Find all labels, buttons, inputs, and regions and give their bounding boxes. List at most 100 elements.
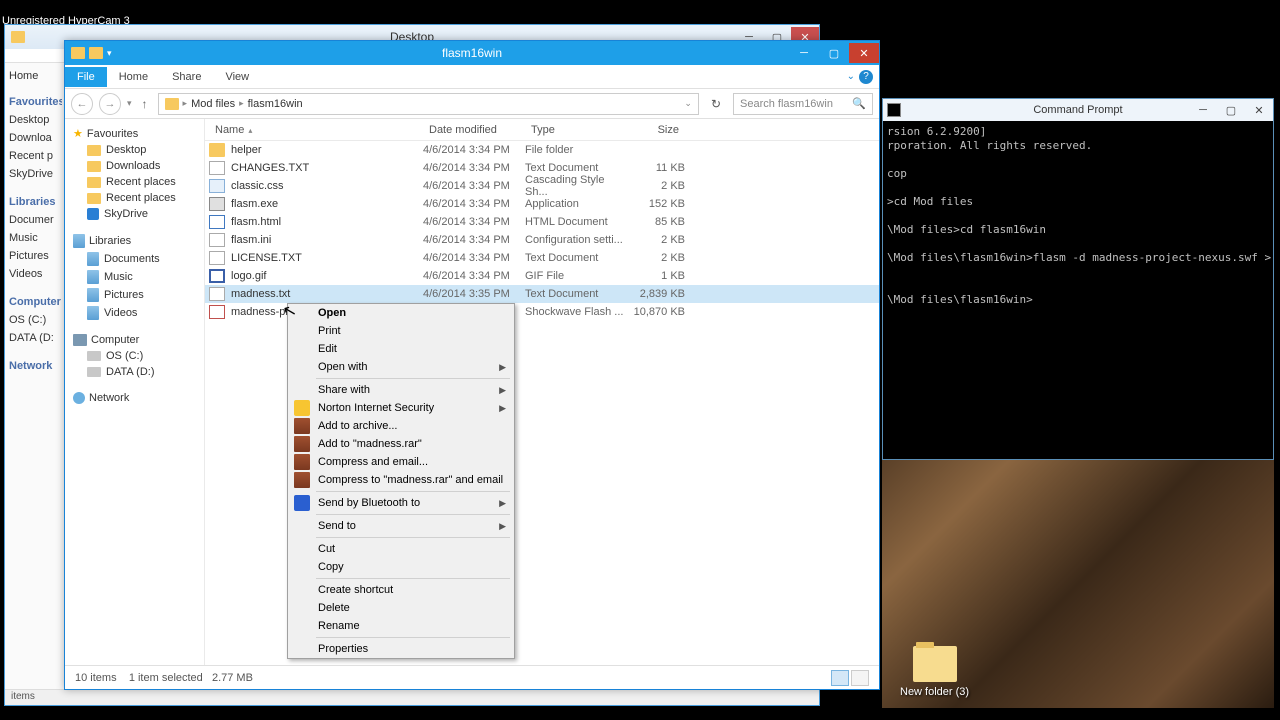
ctx-properties[interactable]: Properties	[288, 640, 514, 658]
up-button[interactable]: ↑	[138, 97, 152, 111]
chevron-right-icon: ▶	[499, 362, 506, 373]
navigation-pane[interactable]: ★Favourites Desktop Downloads Recent pla…	[65, 119, 205, 665]
css-icon	[209, 179, 225, 193]
exe-icon	[209, 197, 225, 211]
nav-skydrive[interactable]: SkyDrive	[65, 206, 204, 222]
network-icon	[73, 392, 85, 404]
nav-os-drive[interactable]: OS (C:)	[65, 348, 204, 364]
nav-videos[interactable]: Videos	[65, 304, 204, 322]
ctx-send-to[interactable]: Send to▶	[288, 517, 514, 535]
nav-recent[interactable]: Recent places	[65, 190, 204, 206]
folder-icon	[209, 143, 225, 157]
nav-downloads[interactable]: Downloads	[65, 158, 204, 174]
ctx-compress-email[interactable]: Compress and email...	[288, 453, 514, 471]
close-button[interactable]: ✕	[1245, 100, 1273, 120]
file-row[interactable]: flasm.exe 4/6/2014 3:34 PM Application 1…	[205, 195, 879, 213]
chevron-right-icon: ▶	[499, 521, 506, 532]
computer-icon	[73, 334, 87, 346]
cmd-icon	[887, 103, 901, 117]
icons-view-button[interactable]	[851, 670, 869, 686]
ctx-shortcut[interactable]: Create shortcut	[288, 581, 514, 599]
ctx-open[interactable]: Open	[288, 304, 514, 322]
ctx-print[interactable]: Print	[288, 322, 514, 340]
chevron-right-icon: ▶	[499, 498, 506, 509]
txt-icon	[209, 287, 225, 301]
ribbon-tabs: File Home Share View ⌄ ?	[65, 65, 879, 89]
expand-ribbon-icon[interactable]: ⌄	[847, 71, 855, 82]
desktop-wallpaper: New folder (3)	[882, 460, 1274, 708]
library-icon	[73, 234, 85, 248]
file-row[interactable]: flasm.html 4/6/2014 3:34 PM HTML Documen…	[205, 213, 879, 231]
swf-icon	[209, 305, 225, 319]
maximize-button[interactable]: ▢	[1217, 100, 1245, 120]
file-row[interactable]: LICENSE.TXT 4/6/2014 3:34 PM Text Docume…	[205, 249, 879, 267]
file-row[interactable]: flasm.ini 4/6/2014 3:34 PM Configuration…	[205, 231, 879, 249]
refresh-button[interactable]: ↻	[705, 97, 727, 111]
ctx-delete[interactable]: Delete	[288, 599, 514, 617]
tab-share[interactable]: Share	[160, 67, 213, 87]
tab-view[interactable]: View	[213, 67, 261, 87]
rar-icon	[294, 472, 310, 488]
back-button[interactable]: ←	[71, 93, 93, 115]
ctx-norton[interactable]: Norton Internet Security▶	[288, 399, 514, 417]
help-icon[interactable]: ?	[859, 70, 873, 84]
nav-desktop[interactable]: Desktop	[65, 142, 204, 158]
ctx-open-with[interactable]: Open with▶	[288, 358, 514, 376]
nav-recent[interactable]: Recent places	[65, 174, 204, 190]
search-input[interactable]: Search flasm16win 🔍	[733, 93, 873, 115]
nav-pictures[interactable]: Pictures	[65, 286, 204, 304]
forward-button[interactable]: →	[99, 93, 121, 115]
ctx-compress-rar-email[interactable]: Compress to "madness.rar" and email	[288, 471, 514, 489]
ctx-bluetooth[interactable]: Send by Bluetooth to▶	[288, 494, 514, 512]
details-view-button[interactable]	[831, 670, 849, 686]
status-bar: items	[5, 689, 819, 705]
chevron-right-icon: ▶	[499, 403, 506, 414]
file-row[interactable]: madness.txt 4/6/2014 3:35 PM Text Docume…	[205, 285, 879, 303]
desktop-folder-new[interactable]: New folder (3)	[900, 646, 969, 698]
titlebar[interactable]: ▾ flasm16win ─ ▢ ✕	[65, 41, 879, 65]
tab-home[interactable]: Home	[107, 67, 160, 87]
txt-icon	[209, 161, 225, 175]
ctx-edit[interactable]: Edit	[288, 340, 514, 358]
file-row[interactable]: logo.gif 4/6/2014 3:34 PM GIF File 1 KB	[205, 267, 879, 285]
search-icon: 🔍	[852, 97, 866, 110]
bluetooth-icon	[294, 495, 310, 511]
sort-indicator-icon: ▴	[244, 126, 252, 135]
chevron-right-icon: ▶	[499, 385, 506, 396]
command-prompt-window: Command Prompt ─ ▢ ✕ rsion 6.2.9200] rpo…	[882, 98, 1274, 460]
file-row[interactable]: helper 4/6/2014 3:34 PM File folder	[205, 141, 879, 159]
folder-icon	[89, 47, 103, 59]
maximize-button[interactable]: ▢	[819, 43, 849, 63]
folder-icon	[11, 31, 25, 43]
terminal-output[interactable]: rsion 6.2.9200] rporation. All rights re…	[883, 121, 1273, 311]
close-button[interactable]: ✕	[849, 43, 879, 63]
window-title: flasm16win	[442, 46, 502, 60]
minimize-button[interactable]: ─	[1189, 100, 1217, 120]
ctx-copy[interactable]: Copy	[288, 558, 514, 576]
nav-music[interactable]: Music	[65, 268, 204, 286]
column-headers[interactable]: Name▴ Date modified Type Size	[205, 119, 879, 141]
ctx-rename[interactable]: Rename	[288, 617, 514, 635]
nav-documents[interactable]: Documents	[65, 250, 204, 268]
folder-icon	[913, 646, 957, 682]
ini-icon	[209, 233, 225, 247]
star-icon: ★	[73, 127, 83, 140]
breadcrumb[interactable]: ▸ Mod files ▸ flasm16win ⌄	[158, 93, 699, 115]
ctx-share-with[interactable]: Share with▶	[288, 381, 514, 399]
rar-icon	[294, 436, 310, 452]
txt-icon	[209, 251, 225, 265]
tab-file[interactable]: File	[65, 67, 107, 87]
ctx-add-archive[interactable]: Add to archive...	[288, 417, 514, 435]
rar-icon	[294, 454, 310, 470]
ctx-cut[interactable]: Cut	[288, 540, 514, 558]
folder-icon	[71, 47, 85, 59]
status-bar: 10 items 1 item selected 2.77 MB	[65, 665, 879, 689]
norton-icon	[294, 400, 310, 416]
nav-data-drive[interactable]: DATA (D:)	[65, 364, 204, 380]
minimize-button[interactable]: ─	[789, 43, 819, 63]
titlebar[interactable]: Command Prompt ─ ▢ ✕	[883, 99, 1273, 121]
gif-icon	[209, 269, 225, 283]
file-row[interactable]: classic.css 4/6/2014 3:34 PM Cascading S…	[205, 177, 879, 195]
context-menu: Open Print Edit Open with▶ Share with▶ N…	[287, 303, 515, 659]
ctx-add-rar[interactable]: Add to "madness.rar"	[288, 435, 514, 453]
